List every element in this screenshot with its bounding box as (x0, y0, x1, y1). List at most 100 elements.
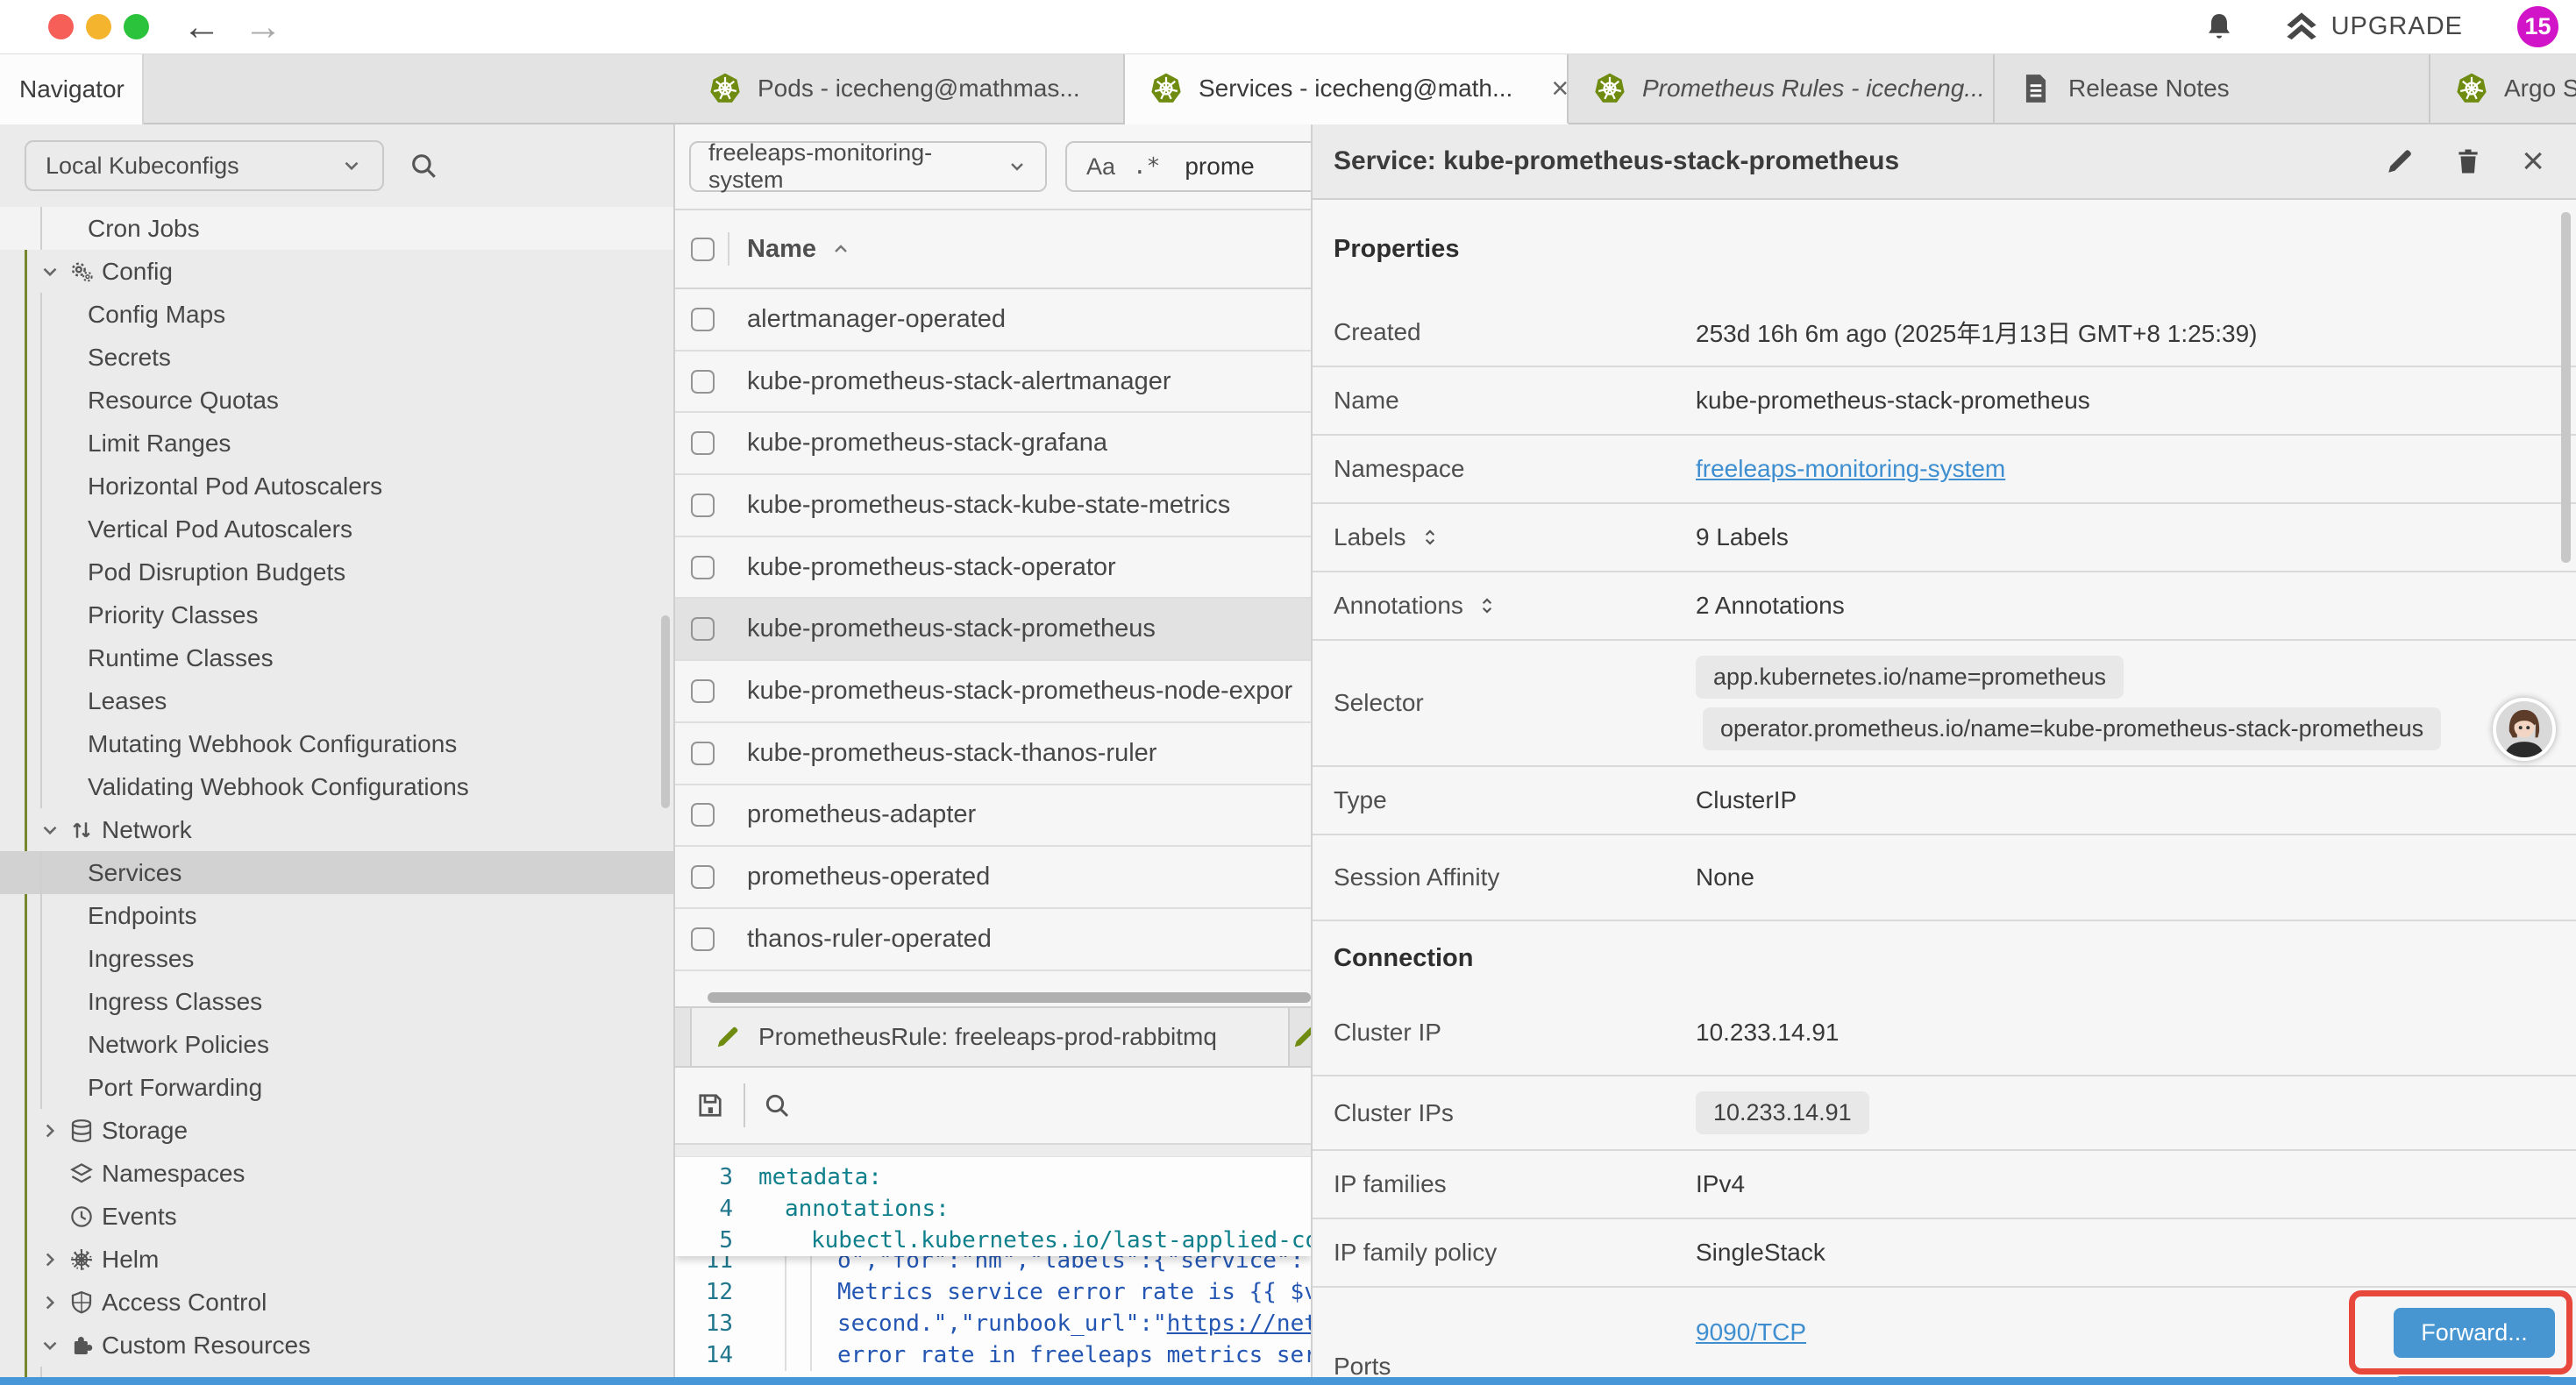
notification-count-badge[interactable]: 15 (2517, 6, 2558, 47)
tab-services-icecheng-math[interactable]: Services - icecheng@math... × (1125, 54, 1569, 124)
row-checkbox[interactable] (691, 431, 715, 455)
close-tab-icon[interactable]: × (1551, 72, 1569, 106)
close-window-button[interactable] (48, 14, 74, 39)
code-link[interactable]: https://net (1167, 1310, 1311, 1337)
sidebar-item-priority-classes[interactable]: Priority Classes (0, 593, 673, 636)
navigator-panel-tab[interactable]: Navigator (0, 54, 144, 124)
sidebar-item-ingress-classes[interactable]: Ingress Classes (0, 980, 673, 1023)
value-chip: 10.233.14.91 (1696, 1091, 1869, 1134)
row-checkbox[interactable] (691, 679, 715, 703)
service-row-prometheus-adapter[interactable]: prometheus-adapter (675, 785, 1311, 848)
sidebar-item-helm[interactable]: Helm (0, 1238, 673, 1281)
service-row-kube-prometheus-stack-kube-state-metrics[interactable]: kube-prometheus-stack-kube-state-metrics (675, 475, 1311, 537)
sidebar-search-icon[interactable] (409, 151, 438, 181)
notifications-bell-icon[interactable] (2203, 11, 2235, 43)
row-checkbox[interactable] (691, 308, 715, 331)
sidebar-item-events[interactable]: Events (0, 1195, 673, 1238)
chevron-down-icon (340, 154, 363, 177)
detail-row-session-affinity: Session Affinity None (1313, 835, 2576, 921)
sidebar-item-secrets[interactable]: Secrets (0, 336, 673, 379)
sidebar-item-storage[interactable]: Storage (0, 1109, 673, 1152)
service-row-kube-prometheus-stack-grafana[interactable]: kube-prometheus-stack-grafana (675, 413, 1311, 475)
row-checkbox[interactable] (691, 927, 715, 951)
detail-link-freeleaps-monitoring-system[interactable]: freeleaps-monitoring-system (1696, 455, 2005, 482)
service-row-alertmanager-operated[interactable]: alertmanager-operated (675, 289, 1311, 352)
service-row-kube-prometheus-stack-prometheus[interactable]: kube-prometheus-stack-prometheus (675, 599, 1311, 661)
tab-argo-se[interactable]: Argo Se (2430, 54, 2576, 124)
sidebar-item-pod-disruption-budgets[interactable]: Pod Disruption Budgets (0, 550, 673, 593)
sidebar-item-cron-jobs[interactable]: Cron Jobs (0, 207, 673, 250)
row-checkbox[interactable] (691, 370, 715, 394)
service-row-prometheus-operated[interactable]: prometheus-operated (675, 847, 1311, 909)
port-link-9090-tcp[interactable]: 9090/TCP (1696, 1318, 1806, 1346)
delete-trash-icon[interactable] (2453, 146, 2483, 176)
sidebar-item-ingresses[interactable]: Ingresses (0, 937, 673, 980)
user-avatar[interactable] (2493, 698, 2556, 761)
sidebar-item-leases[interactable]: Leases (0, 679, 673, 722)
services-rows: alertmanager-operated kube-prometheus-st… (675, 289, 1311, 971)
regex-toggle[interactable]: .* (1133, 153, 1160, 180)
forward-button[interactable]: Forward... (2394, 1308, 2555, 1358)
service-row-kube-prometheus-stack-prometheus-node-expor[interactable]: kube-prometheus-stack-prometheus-node-ex… (675, 661, 1311, 723)
editor-search-icon[interactable] (763, 1091, 791, 1119)
row-checkbox[interactable] (691, 865, 715, 889)
edit-pencil-icon[interactable] (2385, 146, 2415, 176)
forward-arrow-icon[interactable]: → (244, 8, 282, 46)
row-checkbox[interactable] (691, 617, 715, 641)
upgrade-button[interactable]: UPGRADE (2284, 10, 2463, 45)
service-row-kube-prometheus-stack-thanos-ruler[interactable]: kube-prometheus-stack-thanos-ruler (675, 723, 1311, 785)
sidebar-item-runtime-classes[interactable]: Runtime Classes (0, 636, 673, 679)
sidebar-item-endpoints[interactable]: Endpoints (0, 894, 673, 937)
sidebar-item-port-forwarding[interactable]: Port Forwarding (0, 1066, 673, 1109)
row-checkbox[interactable] (691, 803, 715, 827)
detail-label: Type (1313, 786, 1696, 814)
name-column-header[interactable]: Name (747, 235, 816, 264)
editor-tab-partial[interactable] (1292, 1008, 1311, 1066)
sidebar-item-limit-ranges[interactable]: Limit Ranges (0, 422, 673, 465)
service-row-kube-prometheus-stack-alertmanager[interactable]: kube-prometheus-stack-alertmanager (675, 352, 1311, 414)
sort-ascending-icon[interactable] (830, 238, 851, 259)
sidebar-scrollbar-thumb[interactable] (661, 615, 670, 808)
namespace-dropdown-value: freeleaps-monitoring-system (708, 139, 1007, 194)
tab-pods-icecheng-mathmas[interactable]: Pods - icecheng@mathmas... (684, 54, 1125, 124)
detail-title: Service: kube-prometheus-stack-prometheu… (1334, 146, 1899, 176)
sidebar-item-resource-quotas[interactable]: Resource Quotas (0, 379, 673, 422)
back-arrow-icon[interactable]: ← (182, 8, 221, 46)
editor-tab-prometheusrule[interactable]: PrometheusRule: freeleaps-prod-rabbitmq (690, 1008, 1290, 1066)
kubeconfig-context-dropdown[interactable]: Local Kubeconfigs (25, 140, 384, 191)
tab-prometheus-rules-icecheng[interactable]: Prometheus Rules - icecheng... (1569, 54, 1995, 124)
match-case-toggle[interactable]: Aa (1086, 153, 1115, 181)
service-row-thanos-ruler-operated[interactable]: thanos-ruler-operated (675, 909, 1311, 971)
sidebar-item-config-maps[interactable]: Config Maps (0, 293, 673, 336)
sidebar-item-horizontal-pod-autoscalers[interactable]: Horizontal Pod Autoscalers (0, 465, 673, 508)
sidebar-item-network[interactable]: Network (0, 808, 673, 851)
row-checkbox[interactable] (691, 742, 715, 765)
detail-value: 10.233.14.91 (1696, 1019, 1839, 1046)
sidebar-item-config[interactable]: Config (0, 250, 673, 293)
sidebar-item-namespaces[interactable]: Namespaces (0, 1152, 673, 1195)
close-icon[interactable]: × (2522, 142, 2544, 181)
save-icon[interactable] (694, 1090, 726, 1121)
filter-input[interactable]: Aa .* prome (1065, 141, 1311, 192)
sidebar-item-vertical-pod-autoscalers[interactable]: Vertical Pod Autoscalers (0, 508, 673, 550)
minimize-window-button[interactable] (86, 14, 111, 39)
sidebar-item-validating-webhook-configurations[interactable]: Validating Webhook Configurations (0, 765, 673, 808)
tab-label: Release Notes (2068, 75, 2230, 103)
detail-scrollbar-thumb[interactable] (2561, 212, 2571, 563)
namespace-dropdown[interactable]: freeleaps-monitoring-system (689, 141, 1047, 192)
sidebar-item-mutating-webhook-configurations[interactable]: Mutating Webhook Configurations (0, 722, 673, 765)
select-all-checkbox[interactable] (691, 238, 715, 261)
chevron-down-icon (39, 1334, 61, 1357)
sidebar-item-network-policies[interactable]: Network Policies (0, 1023, 673, 1066)
service-row-kube-prometheus-stack-operator[interactable]: kube-prometheus-stack-operator (675, 537, 1311, 600)
yaml-editor[interactable]: 3 metadata: 4 annotations: 5 kubectl.kub… (675, 1157, 1311, 1385)
sidebar-item-custom-resources[interactable]: Custom Resources (0, 1324, 673, 1367)
row-checkbox[interactable] (691, 494, 715, 517)
tab-release-notes[interactable]: Release Notes (1995, 54, 2430, 124)
horizontal-scrollbar-thumb[interactable] (708, 992, 1311, 1003)
row-checkbox[interactable] (691, 556, 715, 579)
sidebar-item-access-control[interactable]: Access Control (0, 1281, 673, 1324)
sidebar-item-services[interactable]: Services (0, 851, 673, 894)
zoom-window-button[interactable] (124, 14, 149, 39)
detail-label: Labels (1313, 523, 1696, 551)
